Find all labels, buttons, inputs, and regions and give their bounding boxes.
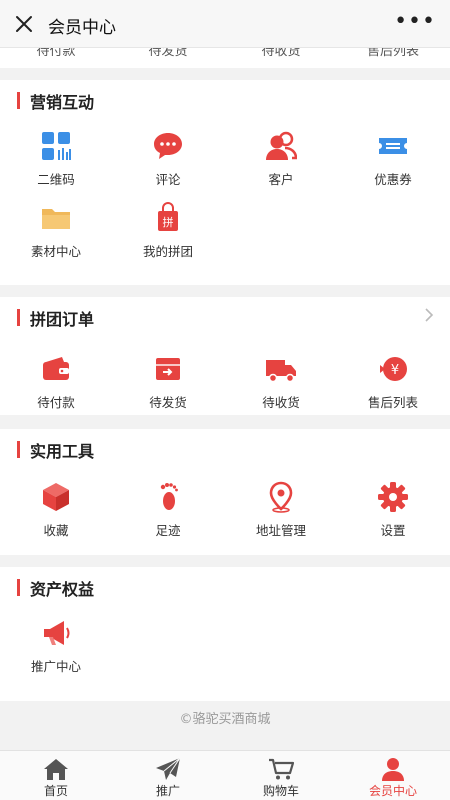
menu-item-materials[interactable]: 素材中心 [0, 202, 112, 260]
svg-text:¥: ¥ [391, 363, 399, 378]
menu-item-label: 素材中心 [30, 244, 81, 259]
menu-item-my-group-buy[interactable]: 拼 我的拼团 [112, 202, 224, 260]
section-title: 营销互动 [30, 93, 95, 112]
gear-icon [378, 482, 408, 512]
tool-address[interactable]: 地址管理 [225, 481, 337, 539]
tools-section: 实用工具 收藏 足迹 地址管理 设置 [0, 429, 450, 555]
more-menu-button[interactable]: ••• [394, 10, 436, 34]
tab-member-center[interactable]: 会员中心 [337, 751, 449, 800]
group-order-to-ship[interactable]: 待发货 [112, 353, 224, 411]
coupon-icon [379, 138, 407, 154]
tool-settings[interactable]: 设置 [337, 481, 449, 539]
section-header: 资产权益 [0, 567, 450, 603]
assets-section: 资产权益 推广中心 [0, 567, 450, 701]
menu-item-label: 待付款 [37, 395, 75, 410]
order-status-unpaid[interactable]: 待付款 [0, 48, 112, 59]
section-header: 营销互动 [0, 80, 450, 116]
location-pin-icon [269, 481, 293, 513]
refund-icon: ¥ [380, 357, 407, 381]
svg-text:拼: 拼 [163, 215, 174, 229]
truck-icon [266, 360, 296, 383]
page-title: 会员中心 [48, 18, 116, 38]
section-title: 拼团订单 [30, 310, 95, 329]
menu-item-comment[interactable]: 评论 [112, 130, 224, 188]
footprint-icon [160, 483, 178, 510]
menu-item-label: 地址管理 [255, 523, 306, 538]
bottom-tab-bar: 首页 推广 购物车 会员中心 [0, 750, 450, 800]
tab-promotion[interactable]: 推广 [112, 751, 224, 800]
menu-item-label: 二维码 [37, 172, 75, 187]
menu-item-label: 待发货 [149, 395, 187, 410]
section-title: 资产权益 [30, 580, 95, 599]
menu-item-coupon[interactable]: 优惠券 [337, 130, 449, 188]
menu-item-label: 收藏 [43, 523, 69, 538]
tab-home[interactable]: 首页 [0, 751, 112, 800]
customers-icon [266, 131, 297, 160]
menu-item-label: 待收货 [262, 395, 300, 410]
section-header[interactable]: 拼团订单 [0, 297, 450, 333]
close-icon[interactable] [12, 12, 36, 36]
menu-item-label: 优惠券 [374, 172, 412, 187]
cart-icon [269, 758, 294, 780]
ship-box-icon [156, 358, 180, 380]
menu-item-label: 客户 [268, 172, 294, 187]
group-buy-bag-icon: 拼 [158, 202, 178, 231]
folder-icon [42, 209, 70, 229]
send-icon [156, 757, 181, 780]
tab-cart[interactable]: 购物车 [225, 751, 337, 800]
tab-label: 首页 [43, 784, 68, 798]
group-order-unpaid[interactable]: 待付款 [0, 353, 112, 411]
marketing-section: 营销互动 二维码 评论 客户 优惠券 素材中心 拼 我的拼团 [0, 80, 450, 285]
tab-label: 会员中心 [368, 784, 417, 798]
megaphone-icon [44, 621, 70, 645]
chevron-right-icon[interactable] [424, 308, 434, 322]
section-accent-bar [17, 309, 20, 326]
home-icon [44, 759, 68, 780]
order-status-to-ship[interactable]: 待发货 [112, 48, 224, 59]
tab-label: 推广 [155, 784, 180, 798]
order-status-after-sale[interactable]: 售后列表 [337, 48, 449, 59]
wallet-icon [43, 357, 69, 380]
asset-promotion-center[interactable]: 推广中心 [0, 617, 112, 675]
menu-item-label: 推广中心 [30, 659, 81, 674]
section-title: 实用工具 [30, 442, 95, 461]
top-bar: 会员中心 ••• [0, 0, 450, 48]
group-order-after-sale[interactable]: ¥ 售后列表 [337, 353, 449, 411]
section-header: 实用工具 [0, 429, 450, 465]
section-accent-bar [17, 92, 20, 109]
menu-item-label: 售后列表 [367, 395, 418, 410]
qrcode-icon [42, 132, 71, 160]
menu-item-customers[interactable]: 客户 [225, 130, 337, 188]
menu-item-qrcode[interactable]: 二维码 [0, 130, 112, 188]
tool-footprints[interactable]: 足迹 [112, 481, 224, 539]
order-status-to-receive[interactable]: 待收货 [225, 48, 337, 59]
menu-item-label: 我的拼团 [142, 244, 193, 259]
comment-icon [154, 133, 182, 159]
menu-item-label: 足迹 [155, 523, 181, 538]
copyright-footer: ©骆驼买酒商城 [179, 712, 271, 727]
group-orders-section: 拼团订单 待付款 待发货 待收货 ¥ 售后列表 [0, 297, 450, 415]
menu-item-label: 评论 [155, 172, 181, 187]
group-order-to-receive[interactable]: 待收货 [225, 353, 337, 411]
section-accent-bar [17, 579, 20, 596]
order-status-row: 待付款 待发货 待收货 售后列表 [0, 48, 450, 68]
tool-favorites[interactable]: 收藏 [0, 481, 112, 539]
tab-label: 购物车 [262, 784, 299, 798]
favorite-box-icon [43, 483, 69, 511]
user-icon [382, 758, 404, 781]
menu-item-label: 设置 [380, 523, 406, 538]
section-accent-bar [17, 441, 20, 458]
